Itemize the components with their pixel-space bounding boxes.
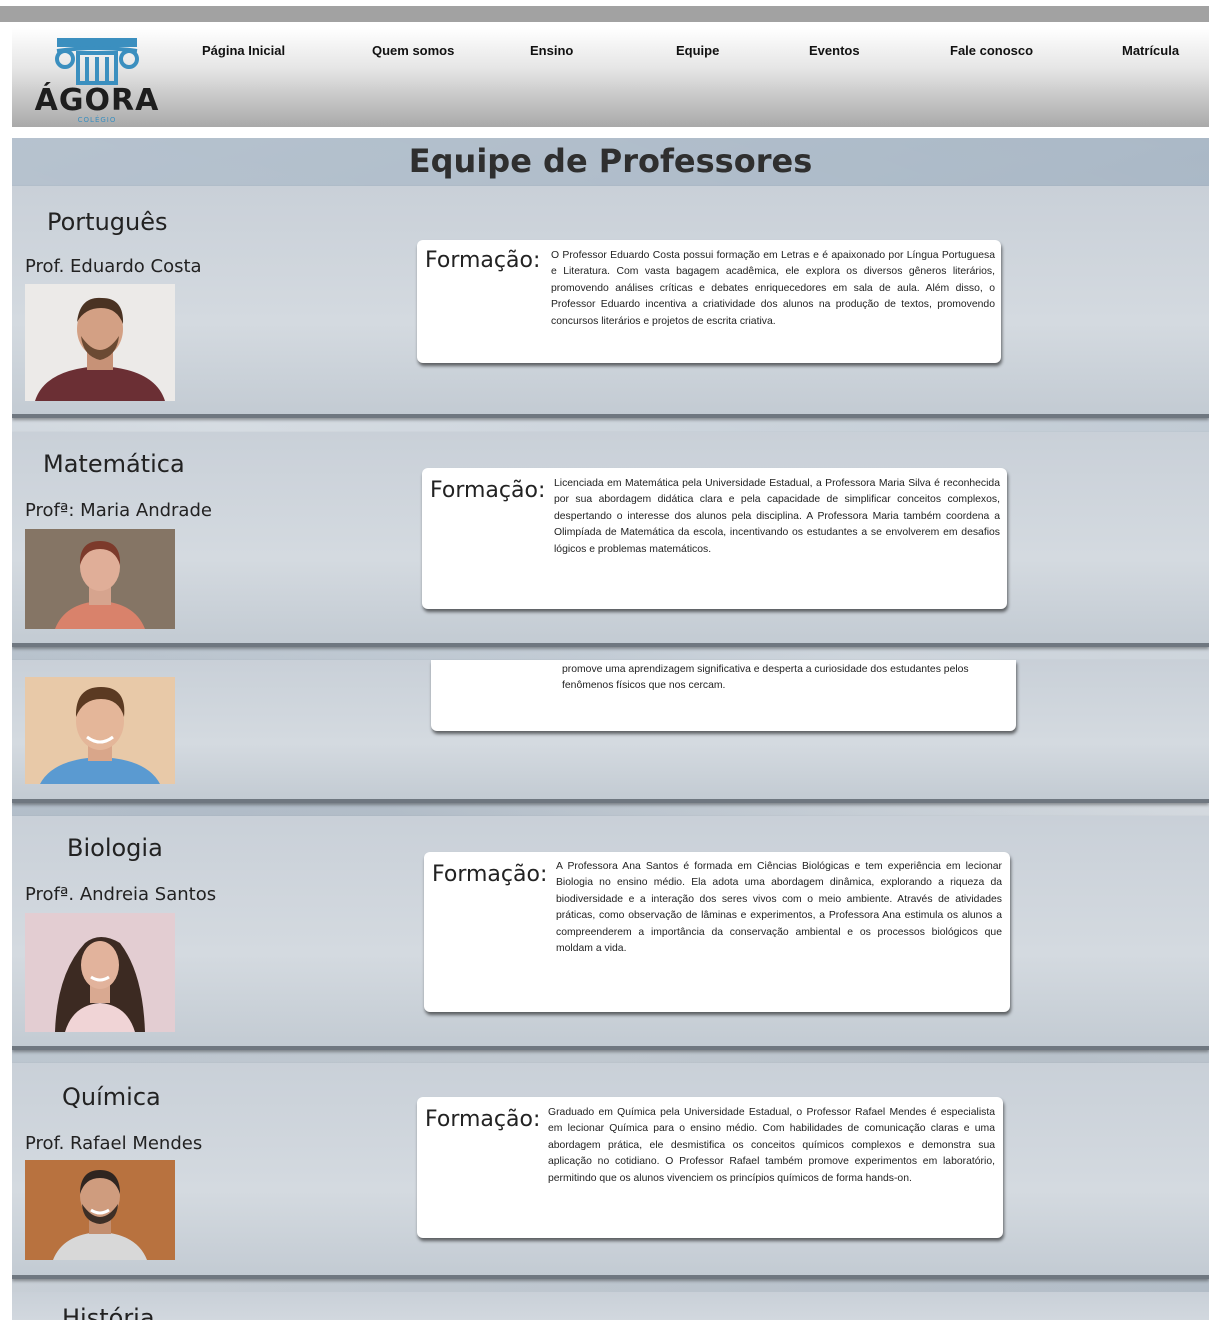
- teacher-photo: [25, 284, 175, 401]
- formation-text: Licenciada em Matemática pela Universida…: [554, 478, 1000, 555]
- teacher-section-quimica: Química Prof. Rafael Mendes Formação: Gr…: [12, 1063, 1209, 1279]
- subject-title: Química: [62, 1083, 161, 1111]
- school-logo[interactable]: ÁGORA COLÉGIO: [32, 33, 172, 127]
- teacher-portrait-icon: [25, 529, 175, 629]
- teacher-photo: [25, 1160, 175, 1260]
- subject-title: Português: [47, 208, 168, 236]
- teacher-photo: [25, 677, 175, 784]
- teacher-section-matematica: Matemática Profª: Maria Andrade Formação…: [12, 432, 1209, 647]
- formation-label: Formação:: [425, 248, 541, 273]
- teacher-name: Prof. Rafael Mendes: [25, 1133, 203, 1154]
- site-header: ÁGORA COLÉGIO Página Inicial Quem somos …: [12, 28, 1209, 129]
- teacher-name: Profª. Andreia Santos: [25, 884, 217, 905]
- top-strip: [0, 6, 1209, 22]
- logo-tagline: COLÉGIO: [77, 116, 117, 124]
- teacher-photo: [25, 913, 175, 1032]
- teacher-section-biologia: Biologia Profª. Andreia Santos Formação:…: [12, 816, 1209, 1050]
- nav-quem-somos[interactable]: Quem somos: [372, 43, 454, 58]
- teacher-name: Prof. Eduardo Costa: [25, 256, 202, 277]
- subject-title: Biologia: [67, 834, 163, 862]
- teacher-section-historia: História: [12, 1292, 1209, 1320]
- teacher-portrait-icon: [25, 1160, 175, 1260]
- teacher-name: Profª: Maria Andrade: [25, 500, 212, 521]
- formation-label: Formação:: [432, 862, 548, 887]
- nav-pagina-inicial[interactable]: Página Inicial: [202, 43, 285, 58]
- nav-matricula[interactable]: Matrícula: [1122, 43, 1179, 58]
- formation-card: Formação: Licenciada em Matemática pela …: [422, 468, 1007, 609]
- formation-card: promove uma aprendizagem significativa e…: [431, 660, 1016, 731]
- main-content: Equipe de Professores Português Prof. Ed…: [12, 138, 1209, 1320]
- formation-card: Formação: Graduado em Química pela Unive…: [417, 1097, 1003, 1238]
- formation-text: A Professora Ana Santos é formada em Ciê…: [556, 861, 1002, 955]
- formation-card: Formação: O Professor Eduardo Costa poss…: [417, 240, 1001, 363]
- page-title: Equipe de Professores: [408, 142, 813, 180]
- nav-eventos[interactable]: Eventos: [809, 43, 860, 58]
- formation-card: Formação: A Professora Ana Santos é form…: [424, 852, 1010, 1012]
- teacher-portrait-icon: [25, 913, 175, 1032]
- teacher-section-portugues: Português Prof. Eduardo Costa Formação: …: [12, 186, 1209, 418]
- subject-title: Matemática: [43, 450, 185, 478]
- formation-text: Graduado em Química pela Universidade Es…: [548, 1107, 995, 1184]
- teacher-section-fisica: promove uma aprendizagem significativa e…: [12, 660, 1209, 803]
- teacher-photo: [25, 529, 175, 629]
- nav-ensino[interactable]: Ensino: [530, 43, 573, 58]
- subject-title: História: [62, 1304, 155, 1320]
- formation-text: O Professor Eduardo Costa possui formaçã…: [551, 250, 995, 327]
- nav-fale-conosco[interactable]: Fale conosco: [950, 43, 1033, 58]
- formation-label: Formação:: [425, 1107, 541, 1132]
- teacher-portrait-icon: [25, 677, 175, 784]
- logo-wordmark: ÁGORA: [34, 83, 160, 118]
- formation-text: promove uma aprendizagem significativa e…: [562, 664, 969, 692]
- teacher-portrait-icon: [25, 284, 175, 401]
- formation-label: Formação:: [430, 478, 546, 503]
- nav-equipe[interactable]: Equipe: [676, 43, 719, 58]
